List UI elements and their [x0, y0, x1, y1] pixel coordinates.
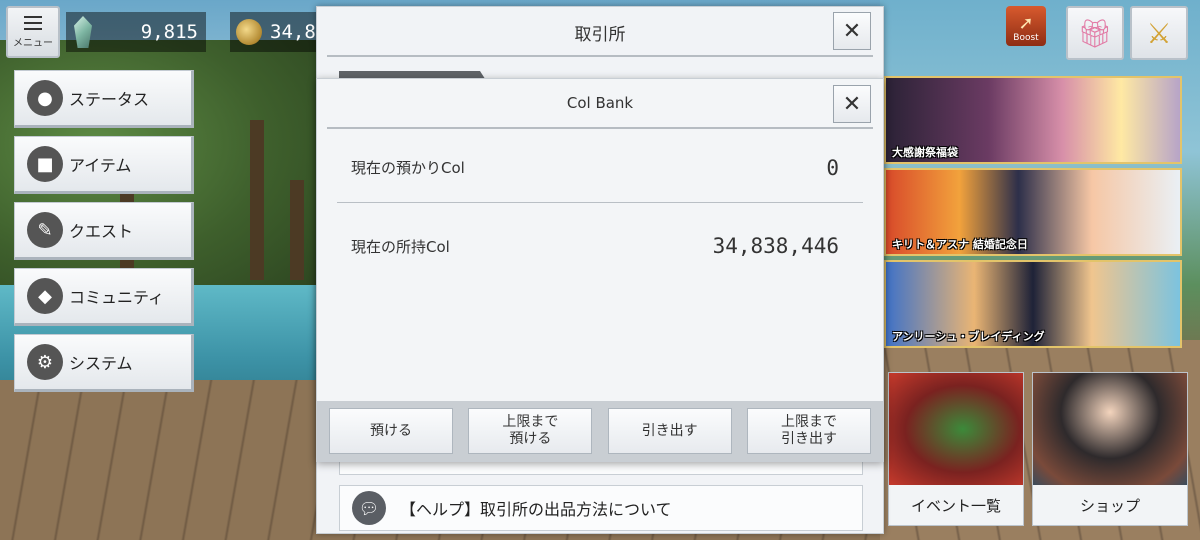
divider — [327, 55, 873, 57]
side-item-label: システム — [69, 354, 133, 373]
close-icon: ✕ — [842, 91, 862, 117]
people-icon: ◆ — [27, 278, 63, 314]
col-bank-footer: 預ける 上限まで 預ける 引き出す 上限まで 引き出す — [317, 401, 883, 461]
banner-caption: キリト＆アスナ 結婚記念日 — [892, 238, 1028, 251]
banner-kirito-asuna[interactable]: キリト＆アスナ 結婚記念日 — [884, 168, 1182, 256]
side-item-label: コミュニティ — [69, 288, 165, 307]
deposit-max-button[interactable]: 上限まで 預ける — [468, 408, 593, 454]
side-item-system[interactable]: ⚙ システム — [14, 334, 194, 392]
banner-fukubukuro[interactable]: 大感謝祭福袋 — [884, 76, 1182, 164]
exchange-close-button[interactable]: ✕ — [833, 12, 871, 50]
gift-icon: 🎁︎ — [1077, 16, 1113, 50]
menu-label: メニュー — [13, 37, 53, 49]
withdraw-max-button[interactable]: 上限まで 引き出す — [746, 408, 871, 454]
side-menu: ● ステータス ■ アイテム ✎ クエスト ◆ コミュニティ ⚙ システム — [14, 70, 194, 400]
event-list-button[interactable]: イベント一覧 — [888, 372, 1024, 526]
deposit-row: 現在の預かりCol 0 — [337, 133, 863, 203]
held-row: 現在の所持Col 34,838,446 — [337, 211, 863, 281]
sword-button[interactable]: ⚔ — [1130, 6, 1188, 60]
tree-trunk — [250, 120, 264, 280]
side-item-items[interactable]: ■ アイテム — [14, 136, 194, 194]
side-item-label: ステータス — [69, 90, 150, 109]
col-counter: 34,83 — [230, 12, 320, 52]
col-bank-title: Col Bank — [566, 94, 634, 112]
bag-icon: ■ — [27, 146, 63, 182]
event-list-label: イベント一覧 — [889, 485, 1023, 525]
hamburger-icon — [24, 15, 42, 30]
banner-caption: アンリーシュ・ブレイディング — [892, 330, 1045, 343]
deposit-button[interactable]: 預ける — [329, 408, 453, 454]
crystal-value: 9,815 — [140, 21, 198, 43]
banner-caption: 大感謝祭福袋 — [892, 146, 958, 159]
coin-icon — [236, 19, 262, 45]
boost-arrow-icon: ➚ — [1018, 13, 1034, 34]
shop-character-image — [1033, 373, 1187, 485]
deposit-label: 現在の預かりCol — [351, 159, 465, 177]
crystal-icon — [74, 16, 92, 48]
side-item-community[interactable]: ◆ コミュニティ — [14, 268, 194, 326]
side-item-quest[interactable]: ✎ クエスト — [14, 202, 194, 260]
col-bank-dialog: Col Bank ✕ 現在の預かりCol 0 現在の所持Col 34,838,4… — [316, 78, 884, 462]
help-row[interactable]: 💬︎ 【ヘルプ】取引所の出品方法について — [339, 485, 863, 531]
gift-button[interactable]: 🎁︎ — [1066, 6, 1124, 60]
sword-icon: ⚔ — [1146, 16, 1172, 50]
side-item-label: アイテム — [69, 156, 132, 175]
person-icon: ● — [27, 80, 63, 116]
boost-button[interactable]: ➚ Boost — [1006, 6, 1046, 46]
quest-scroll-icon: ✎ — [27, 212, 63, 248]
exchange-title: 取引所 — [574, 24, 626, 45]
col-bank-close-button[interactable]: ✕ — [833, 85, 871, 123]
shop-label: ショップ — [1033, 485, 1187, 525]
banner-unleash-blading[interactable]: アンリーシュ・ブレイディング — [884, 260, 1182, 348]
help-text: 【ヘルプ】取引所の出品方法について — [400, 500, 672, 519]
col-value: 34,83 — [270, 21, 320, 43]
held-value: 34,838,446 — [712, 234, 839, 258]
event-character-image — [889, 373, 1023, 485]
menu-button[interactable]: メニュー — [6, 6, 60, 58]
boost-label: Boost — [1013, 33, 1039, 43]
speech-bubble-icon: 💬︎ — [352, 491, 386, 525]
withdraw-button[interactable]: 引き出す — [607, 408, 732, 454]
side-item-status[interactable]: ● ステータス — [14, 70, 194, 128]
divider — [327, 127, 873, 129]
side-item-label: クエスト — [69, 222, 134, 241]
gear-icon: ⚙ — [27, 344, 63, 380]
banner-list: 大感謝祭福袋 キリト＆アスナ 結婚記念日 アンリーシュ・ブレイディング — [884, 76, 1182, 352]
deposit-value: 0 — [826, 155, 839, 180]
shop-button[interactable]: ショップ — [1032, 372, 1188, 526]
held-label: 現在の所持Col — [351, 237, 450, 256]
tree-trunk — [290, 180, 304, 280]
close-icon: ✕ — [842, 18, 862, 44]
crystal-counter: 9,815 — [66, 12, 206, 52]
